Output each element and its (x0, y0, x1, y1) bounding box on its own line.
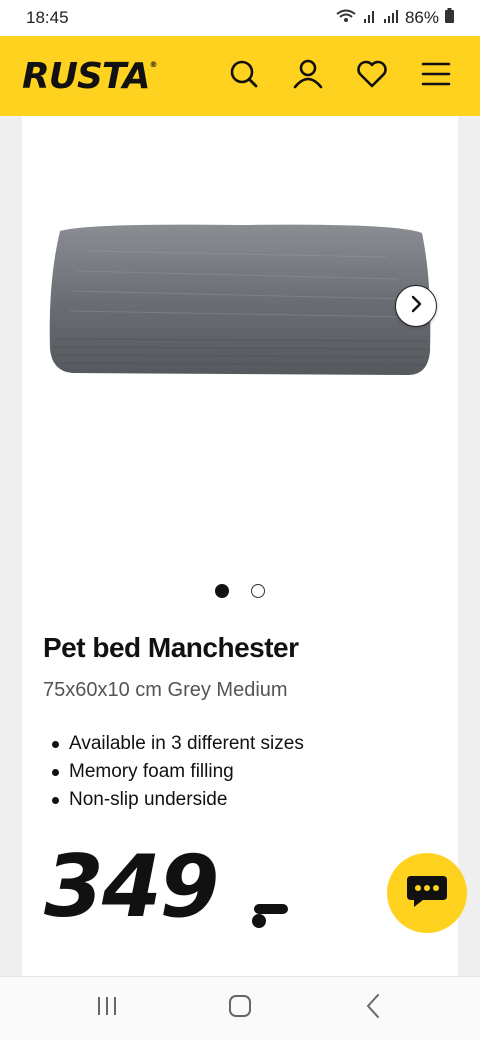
menu-button[interactable] (414, 54, 458, 98)
battery-percent: 86% (404, 8, 439, 27)
feature-item: Memory foam filling (52, 758, 304, 786)
gallery-pagination (22, 584, 458, 598)
pet-bed-grey-cushion-image (48, 221, 432, 381)
recent-apps-icon (95, 995, 119, 1022)
product-features: Available in 3 different sizes Memory fo… (52, 730, 304, 814)
signal-icon (363, 8, 377, 29)
chevron-right-icon (408, 294, 424, 319)
logo-registered-mark: ® (149, 59, 158, 69)
product-title: Pet bed Manchester (43, 632, 299, 663)
rusta-logo[interactable]: RUSTA® (22, 56, 202, 97)
status-time: 18:45 (26, 8, 69, 27)
price-dash-mark (250, 900, 290, 930)
menu-icon (421, 61, 451, 92)
search-icon (229, 59, 259, 94)
wifi-calling-icon (335, 8, 357, 29)
home-icon (228, 994, 252, 1023)
site-header: RUSTA® (0, 36, 480, 116)
signal-icon (383, 8, 399, 29)
favorites-button[interactable] (350, 54, 394, 98)
product-variant: 75x60x10 cm Grey Medium (43, 679, 288, 701)
recent-apps-button[interactable] (77, 987, 137, 1031)
feature-item: Available in 3 different sizes (52, 730, 304, 758)
pagination-dot-active[interactable] (215, 584, 229, 598)
product-price: 349 (44, 837, 220, 937)
status-icons: 86% (335, 8, 454, 29)
back-icon (365, 993, 381, 1024)
back-button[interactable] (343, 987, 403, 1031)
account-button[interactable] (286, 54, 330, 98)
system-nav-bar (0, 976, 480, 1040)
chat-bubble-icon (405, 872, 449, 915)
account-icon (293, 59, 323, 94)
next-image-button[interactable] (395, 285, 437, 327)
battery-icon (445, 8, 454, 28)
chat-button[interactable] (387, 853, 467, 933)
search-button[interactable] (222, 54, 266, 98)
favorites-heart-icon (356, 59, 388, 94)
status-bar: 18:45 86% (0, 0, 480, 36)
feature-item: Non-slip underside (52, 786, 304, 814)
pagination-dot[interactable] (251, 584, 265, 598)
product-image-gallery[interactable] (22, 116, 458, 606)
home-button[interactable] (210, 987, 270, 1031)
logo-text: RUSTA (22, 55, 151, 97)
product-card: Pet bed Manchester 75x60x10 cm Grey Medi… (22, 116, 458, 976)
